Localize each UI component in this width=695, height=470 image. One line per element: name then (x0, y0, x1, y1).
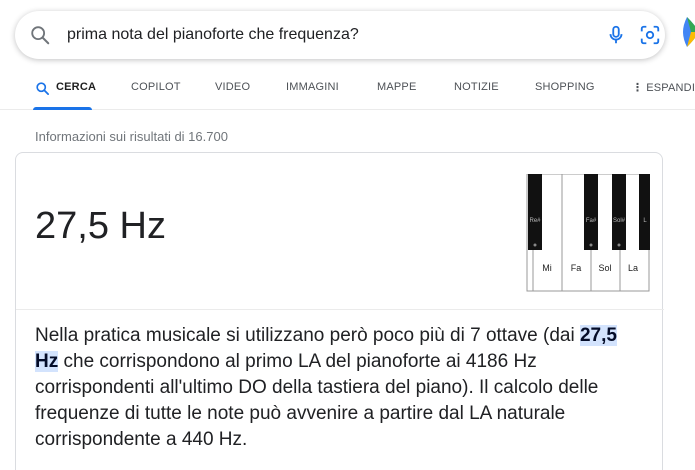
white-key-label: La (628, 263, 638, 273)
tab-mappe[interactable]: MAPPE (377, 81, 417, 93)
tab-video[interactable]: VIDEO (215, 81, 250, 93)
card-divider (16, 309, 664, 310)
search-icon (36, 82, 49, 95)
tab-notizie[interactable]: NOTIZIE (454, 81, 499, 93)
snippet-after: che corrispondono al primo LA del pianof… (35, 351, 599, 450)
featured-snippet-card: 27,5 Hz Re# Fa# Sol# L Mi Fa Sol La Nell… (15, 152, 664, 470)
white-key-label: Sol (598, 263, 611, 273)
white-key-label: Mi (542, 263, 552, 273)
more-vert-icon: ⋮ (632, 82, 644, 94)
snippet-before: Nella pratica musicale si utilizzano per… (35, 325, 580, 346)
tab-espandi[interactable]: ⋮ ESPANDI (632, 81, 695, 94)
black-key-label: Fa# (586, 218, 597, 224)
results-count: Informazioni sui risultati di 16.700 (35, 129, 228, 144)
tab-copilot[interactable]: COPILOT (131, 81, 181, 93)
tab-shopping[interactable]: SHOPPING (535, 81, 595, 93)
tab-cerca[interactable]: CERCA (56, 81, 96, 93)
black-key (528, 174, 542, 250)
black-key (584, 174, 598, 250)
tab-immagini[interactable]: IMMAGINI (286, 81, 339, 93)
search-tabs: CERCA COPILOT VIDEO IMMAGINI MAPPE NOTIZ… (0, 70, 695, 110)
black-key-label: Re# (529, 218, 541, 224)
assistant-logo-icon[interactable] (681, 15, 695, 49)
black-key (639, 174, 650, 250)
white-key-label: Fa (571, 263, 582, 273)
search-input[interactable]: prima nota del pianoforte che frequenza? (67, 24, 359, 46)
piano-keyboard-image[interactable]: Re# Fa# Sol# L Mi Fa Sol La (526, 174, 650, 292)
black-key (612, 174, 626, 250)
microphone-icon[interactable] (605, 24, 627, 46)
active-tab-indicator (33, 107, 92, 110)
search-icon[interactable] (29, 24, 51, 46)
snippet-text: Nella pratica musicale si utilizzano per… (35, 323, 645, 453)
camera-lens-icon[interactable] (639, 24, 661, 46)
tab-espandi-label: ESPANDI (646, 82, 695, 94)
answer-value: 27,5 Hz (35, 205, 166, 247)
black-key-label: Sol# (613, 218, 626, 224)
search-bar[interactable]: prima nota del pianoforte che frequenza? (15, 11, 665, 59)
